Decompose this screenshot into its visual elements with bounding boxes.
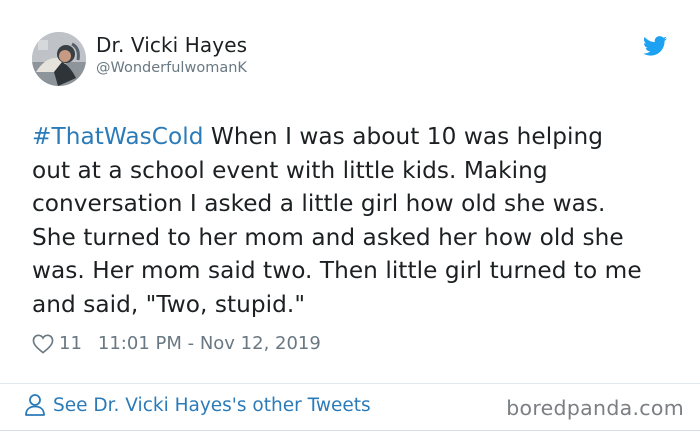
watermark: boredpanda.com <box>506 396 684 420</box>
heart-icon[interactable] <box>32 334 54 354</box>
twitter-bird-icon[interactable] <box>643 36 667 56</box>
person-icon <box>25 394 45 416</box>
like-count[interactable]: 11 <box>59 333 82 354</box>
tweet-body: When I was about 10 was helping out at a… <box>32 123 642 318</box>
author-name[interactable]: Dr. Vicki Hayes <box>96 33 247 57</box>
tweet-card: Dr. Vicki Hayes @WonderfulwomanK #ThatWa… <box>0 0 700 431</box>
avatar[interactable] <box>32 32 86 86</box>
tweet-timestamp[interactable]: 11:01 PM - Nov 12, 2019 <box>98 333 321 354</box>
hashtag-link[interactable]: #ThatWasCold <box>32 123 203 150</box>
divider <box>0 383 700 384</box>
profile-photo <box>32 32 86 86</box>
see-other-tweets-label[interactable]: See Dr. Vicki Hayes's other Tweets <box>53 395 371 416</box>
author-handle[interactable]: @WonderfulwomanK <box>96 60 247 76</box>
tweet-meta: 11 11:01 PM - Nov 12, 2019 <box>32 330 321 356</box>
tweet-text: #ThatWasCold When I was about 10 was hel… <box>32 120 682 321</box>
see-other-tweets-link[interactable]: See Dr. Vicki Hayes's other Tweets <box>24 393 371 417</box>
